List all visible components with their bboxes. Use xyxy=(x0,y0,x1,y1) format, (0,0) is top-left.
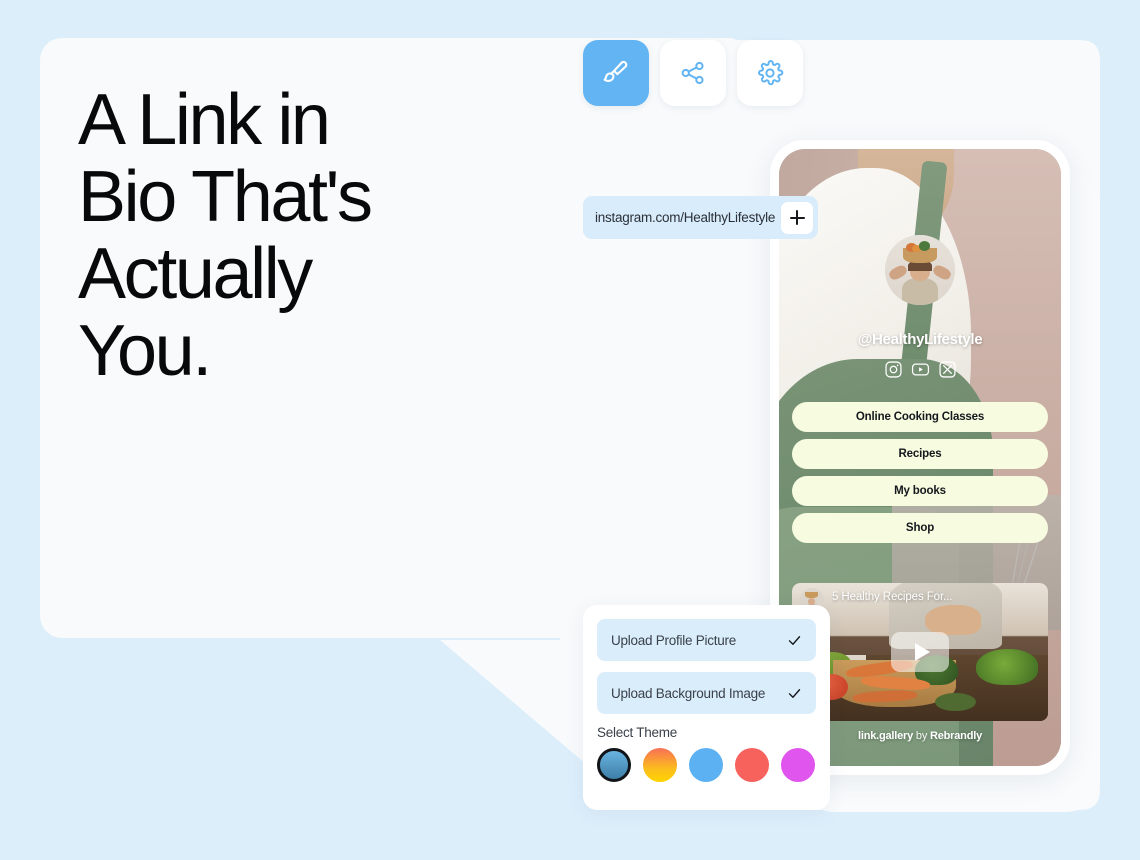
upload-profile-picture-option[interactable]: Upload Profile Picture xyxy=(597,619,816,661)
theme-swatch-sky[interactable] xyxy=(689,748,723,782)
option-label: Upload Profile Picture xyxy=(611,632,737,648)
add-link-button[interactable] xyxy=(781,201,814,234)
profile-url-bar: instagram.com/HealthyLifestyle xyxy=(583,196,819,239)
bio-link-button[interactable]: Online Cooking Classes xyxy=(792,402,1048,432)
theme-swatch-magenta[interactable] xyxy=(781,748,815,782)
bio-link-list: Online Cooking Classes Recipes My books … xyxy=(792,402,1048,543)
page-title: A Link in Bio That's Actually You. xyxy=(78,80,373,391)
check-icon xyxy=(788,688,801,698)
avatar[interactable] xyxy=(885,235,955,305)
theme-swatches xyxy=(597,748,816,782)
hero-card: A Link in Bio That's Actually You. xyxy=(40,38,750,638)
plus-icon xyxy=(789,210,805,225)
theme-settings-panel: Upload Profile Picture Upload Background… xyxy=(583,605,830,810)
youtube-icon xyxy=(911,363,929,376)
toolbar-settings-button[interactable] xyxy=(737,40,803,106)
play-button[interactable] xyxy=(891,632,949,672)
app-stage: A Link in Bio That's Actually You. insta… xyxy=(0,0,1140,860)
bio-link-button[interactable]: Shop xyxy=(792,513,1048,543)
x-twitter-icon xyxy=(938,361,956,378)
theme-swatch-blue-steel[interactable] xyxy=(597,748,631,782)
profile-url-input[interactable]: instagram.com/HealthyLifestyle xyxy=(595,210,775,225)
select-theme-label: Select Theme xyxy=(597,725,678,740)
play-icon xyxy=(914,643,930,661)
theme-swatch-sunset[interactable] xyxy=(643,748,677,782)
check-icon xyxy=(788,635,801,645)
share-icon xyxy=(681,61,704,85)
toolbar-brush-button[interactable] xyxy=(583,40,649,106)
social-links xyxy=(779,360,1061,379)
footer-by: by xyxy=(915,730,928,742)
social-link-instagram[interactable] xyxy=(884,360,903,379)
brush-icon xyxy=(603,60,628,82)
upload-background-image-option[interactable]: Upload Background Image xyxy=(597,672,816,714)
footer-company: Rebrandly xyxy=(930,730,982,742)
gear-icon xyxy=(758,60,784,86)
video-title: 5 Healthy Recipes For... xyxy=(832,591,953,603)
bio-link-button[interactable]: My books xyxy=(792,476,1048,506)
editor-toolbar xyxy=(583,40,803,106)
social-link-x[interactable] xyxy=(938,360,957,379)
toolbar-share-button[interactable] xyxy=(660,40,726,106)
theme-swatch-coral[interactable] xyxy=(735,748,769,782)
video-embed-card[interactable]: 5 Healthy Recipes For... xyxy=(792,583,1048,721)
social-link-youtube[interactable] xyxy=(911,360,930,379)
bio-link-button[interactable]: Recipes xyxy=(792,439,1048,469)
instagram-icon xyxy=(884,361,902,378)
profile-handle: @HealthyLifestyle xyxy=(857,331,983,348)
option-label: Upload Background Image xyxy=(611,685,766,701)
footer-brand: link.gallery xyxy=(857,730,914,742)
